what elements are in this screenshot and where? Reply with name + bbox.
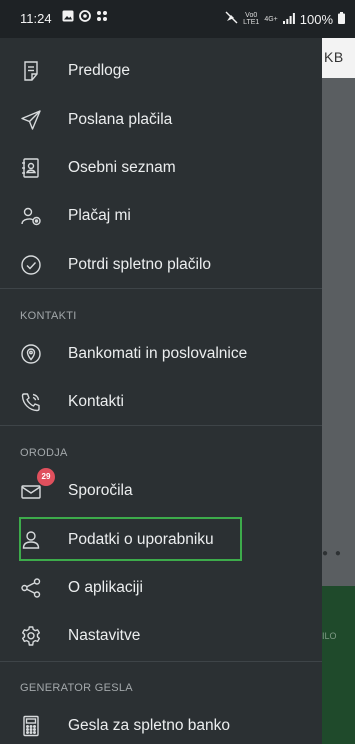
app-header-text: KB xyxy=(324,49,344,65)
network-type: 4G+ xyxy=(264,15,278,23)
selection-highlight xyxy=(19,517,242,561)
divider xyxy=(0,288,322,289)
menu-label: Kontakti xyxy=(68,393,125,410)
menu-label: Potrdi spletno plačilo xyxy=(68,256,212,273)
menu-label: Poslana plačila xyxy=(68,111,173,128)
mute-icon xyxy=(225,11,238,27)
menu-item-nastavitve[interactable]: Nastavitve xyxy=(0,612,322,660)
app-bottom-button-peek: ILO xyxy=(322,586,355,744)
menu-label: Sporočila xyxy=(68,482,133,499)
menu-label: Predloge xyxy=(68,62,131,79)
phone-icon xyxy=(19,390,43,414)
unread-count-badge: 29 xyxy=(37,468,55,486)
menu-item-poslana-placila[interactable]: Poslana plačila xyxy=(0,96,322,144)
calculator-icon xyxy=(19,714,43,738)
menu-item-osebni-seznam[interactable]: Osebni seznam xyxy=(0,144,322,192)
section-title-generator-gesla: GENERATOR GESLA xyxy=(20,682,133,694)
menu-label: O aplikaciji xyxy=(68,579,143,596)
network-top-text: Vo0 xyxy=(245,12,258,19)
request-payment-icon xyxy=(19,204,43,228)
status-indicators: Vo0 LTE1 4G+ 100% xyxy=(225,11,345,27)
gear-icon xyxy=(19,624,43,648)
menu-item-bankomati[interactable]: Bankomati in poslovalnice xyxy=(0,330,322,378)
battery-icon xyxy=(338,11,345,27)
signal-icon xyxy=(282,12,295,27)
menu-item-placaj-mi[interactable]: Plačaj mi xyxy=(0,192,322,240)
menu-item-o-aplikaciji[interactable]: O aplikaciji xyxy=(0,564,322,612)
menu-label: Gesla za spletno banko xyxy=(68,717,230,734)
template-icon xyxy=(19,59,43,83)
menu-item-gesla-za-spletno-banko[interactable]: Gesla za spletno banko xyxy=(0,702,322,744)
network-bottom-text: LTE1 xyxy=(243,19,260,26)
network-volte: Vo0 LTE1 xyxy=(243,12,259,26)
gallery-notification-icon xyxy=(62,10,74,25)
menu-label: Osebni seznam xyxy=(68,159,176,176)
menu-label: Bankomati in poslovalnice xyxy=(68,345,248,362)
navigation-drawer: Predloge Poslana plačila Osebni seznam P… xyxy=(0,38,322,744)
app-bottom-button-text: ILO xyxy=(322,631,337,641)
battery-percent: 100% xyxy=(299,11,333,27)
menu-label: Nastavitve xyxy=(68,627,141,644)
pager-dots: ● ● xyxy=(322,548,343,559)
divider xyxy=(0,661,322,662)
menu-item-predloge[interactable]: Predloge xyxy=(0,47,322,95)
section-title-kontakti: KONTAKTI xyxy=(20,310,77,322)
check-circle-icon xyxy=(19,253,43,277)
send-icon xyxy=(19,108,43,132)
status-time: 11:24 xyxy=(20,11,52,26)
target-notification-icon xyxy=(79,10,91,25)
status-bar: 11:24 Vo0 LTE1 4G+ 100% xyxy=(0,0,355,38)
share-icon xyxy=(19,576,43,600)
contacts-book-icon xyxy=(19,156,43,180)
app-header-peek: KB xyxy=(322,38,355,78)
apps-notification-icon xyxy=(96,10,108,25)
divider xyxy=(0,425,322,426)
menu-item-kontakti[interactable]: Kontakti xyxy=(0,378,322,426)
menu-label: Plačaj mi xyxy=(68,207,131,224)
section-title-orodja: ORODJA xyxy=(20,447,68,459)
menu-item-potrdi-spletno-placilo[interactable]: Potrdi spletno plačilo xyxy=(0,241,322,289)
location-pin-icon xyxy=(19,342,43,366)
